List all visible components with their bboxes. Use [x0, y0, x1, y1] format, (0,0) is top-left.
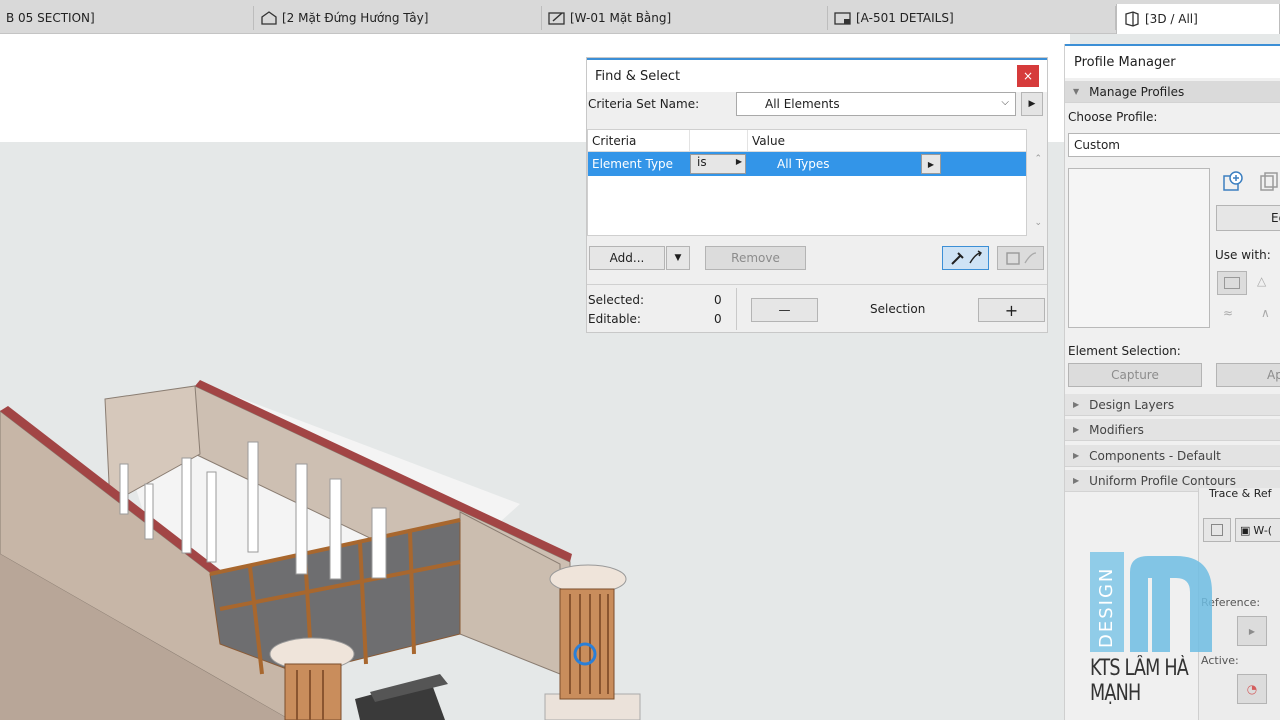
pie-icon: ◔ [1246, 682, 1258, 696]
selection-label: Selection [870, 302, 926, 316]
tab-details[interactable]: [A-501 DETAILS] [828, 6, 1116, 30]
manage-profiles-section[interactable]: ▼ Manage Profiles [1065, 81, 1280, 103]
deselect-button[interactable]: — [751, 298, 818, 322]
editable-count: 0 [714, 312, 722, 326]
choose-profile-dropdown[interactable]: Custom [1068, 133, 1280, 157]
watermark-name: KTS LÂM HÀ MẠNH [1090, 656, 1189, 706]
trace-toggle-button[interactable] [1203, 518, 1231, 542]
play-arrow-icon: ▶ [735, 157, 742, 166]
value-menu-button[interactable]: ▶ [921, 154, 941, 174]
apply-button[interactable]: Ap [1216, 363, 1280, 387]
divider [587, 284, 1047, 285]
view-tab-bar: B 05 SECTION] [2 Mặt Đứng Hướng Tây] [W-… [0, 0, 1280, 34]
element-selection-label: Element Selection: [1068, 344, 1181, 358]
criteria-set-label: Criteria Set Name: [588, 97, 700, 111]
floor-plan-icon: ▣ [1240, 523, 1251, 537]
tab-elevation[interactable]: [2 Mặt Đứng Hướng Tây] [254, 6, 542, 30]
manage-profiles-label: Manage Profiles [1089, 84, 1185, 99]
tab-elevation-label: [2 Mặt Đứng Hướng Tây] [282, 11, 429, 25]
tab-floor-plan[interactable]: [W-01 Mặt Bằng] [542, 6, 828, 30]
criteria-row-type: Element Type [592, 157, 674, 171]
remove-criteria-button[interactable]: Remove [705, 246, 806, 270]
criteria-column-header: Criteria [588, 130, 690, 151]
editable-label: Editable: [588, 312, 641, 326]
capture-button[interactable]: Capture [1068, 363, 1202, 387]
eyedropper-icon [950, 250, 982, 265]
play-arrow-icon: ▶ [1028, 99, 1036, 109]
criteria-table: Criteria Value Element Type is ▶ All Typ… [587, 129, 1042, 236]
trace-view-label: W-( [1253, 523, 1273, 537]
design-layers-section[interactable]: ▶ Design Layers [1065, 394, 1280, 416]
tab-section[interactable]: B 05 SECTION] [0, 6, 254, 30]
3d-cube-icon [1125, 11, 1139, 27]
criteria-set-dropdown[interactable]: All Elements ⌵ [736, 92, 1016, 116]
add-dropdown-button[interactable]: ▼ [666, 246, 690, 270]
operator-select[interactable]: is ▶ [690, 154, 746, 174]
uniform-profile-contours-label: Uniform Profile Contours [1089, 473, 1236, 488]
close-button[interactable]: × [1017, 65, 1039, 87]
play-arrow-icon: ▶ [927, 159, 935, 169]
choose-profile-value: Custom [1074, 138, 1120, 152]
watermark-logo: DESIGN [1090, 552, 1212, 652]
reference-button[interactable]: ▶ [1237, 616, 1267, 646]
criteria-set-menu-arrow[interactable]: ▶ [1021, 92, 1043, 116]
use-with-wall-button[interactable] [1217, 271, 1247, 295]
selected-label: Selected: [588, 293, 645, 307]
new-profile-icon[interactable] [1221, 170, 1245, 194]
criteria-table-header: Criteria Value [588, 130, 1026, 152]
design-layers-label: Design Layers [1089, 397, 1175, 412]
criteria-row[interactable]: Element Type is ▶ All Types ▶ [588, 152, 1026, 176]
beam-icon[interactable]: △ [1257, 274, 1266, 288]
marquee-icon [1005, 252, 1036, 265]
details-icon [834, 12, 851, 25]
railing-icon[interactable]: ≈ [1223, 306, 1233, 320]
floor-plan-icon [548, 12, 565, 25]
scroll-down-icon[interactable]: ⌄ [1034, 218, 1042, 228]
chevron-down-icon: ⌵ [1001, 97, 1009, 108]
divider [736, 288, 737, 330]
marquee-select-button[interactable] [997, 246, 1044, 270]
components-label: Components - Default [1089, 448, 1221, 463]
value-column-header: Value [752, 133, 785, 148]
profile-manager-title[interactable]: Profile Manager [1065, 44, 1280, 78]
selected-count: 0 [714, 293, 722, 307]
play-arrow-icon: ▶ [1248, 626, 1256, 636]
components-section[interactable]: ▶ Components - Default [1065, 445, 1280, 467]
tab-3d[interactable]: [3D / All] [1116, 4, 1280, 34]
chevron-down-icon: ▼ [674, 253, 682, 263]
operator-value: is [697, 155, 707, 169]
wall-icon [1224, 277, 1240, 289]
operator-column-header [690, 130, 748, 151]
column-icon[interactable]: ∧ [1261, 306, 1270, 320]
modifiers-label: Modifiers [1089, 422, 1144, 437]
criteria-set-value: All Elements [765, 97, 840, 111]
elevation-house-icon [261, 11, 277, 25]
collapsed-triangle-icon: ▶ [1073, 476, 1080, 485]
modifiers-section[interactable]: ▶ Modifiers [1065, 419, 1280, 441]
find-select-titlebar[interactable]: Find & Select × [587, 58, 1047, 92]
edit-profile-button[interactable]: Ed [1216, 205, 1280, 231]
collapsed-triangle-icon: ▶ [1073, 400, 1080, 409]
trace-reference-title: Trace & Ref [1209, 487, 1272, 500]
choose-profile-label: Choose Profile: [1068, 110, 1158, 124]
use-with-label: Use with: [1215, 248, 1271, 262]
watermark-brand: DESIGN [1096, 567, 1117, 648]
tab-3d-label: [3D / All] [1145, 12, 1198, 26]
collapsed-triangle-icon: ▶ [1073, 451, 1080, 460]
trace-icon [1211, 524, 1223, 536]
tab-details-label: [A-501 DETAILS] [856, 11, 954, 25]
eyedropper-button[interactable] [942, 246, 989, 270]
scroll-up-icon[interactable]: ⌃ [1034, 154, 1042, 164]
tab-floor-plan-label: [W-01 Mặt Bằng] [570, 11, 672, 25]
duplicate-profile-icon[interactable] [1257, 170, 1280, 194]
profile-preview [1068, 168, 1210, 328]
find-select-title: Find & Select [595, 68, 681, 84]
add-criteria-button[interactable]: Add... [589, 246, 665, 270]
trace-view-button[interactable]: ▣ W-( [1235, 518, 1280, 542]
collapsed-triangle-icon: ▶ [1073, 425, 1080, 434]
value-select-label[interactable]: All Types [777, 157, 830, 171]
expanded-triangle-icon: ▼ [1073, 87, 1080, 96]
add-to-selection-button[interactable]: + [978, 298, 1045, 322]
tab-section-label: B 05 SECTION] [6, 11, 95, 25]
